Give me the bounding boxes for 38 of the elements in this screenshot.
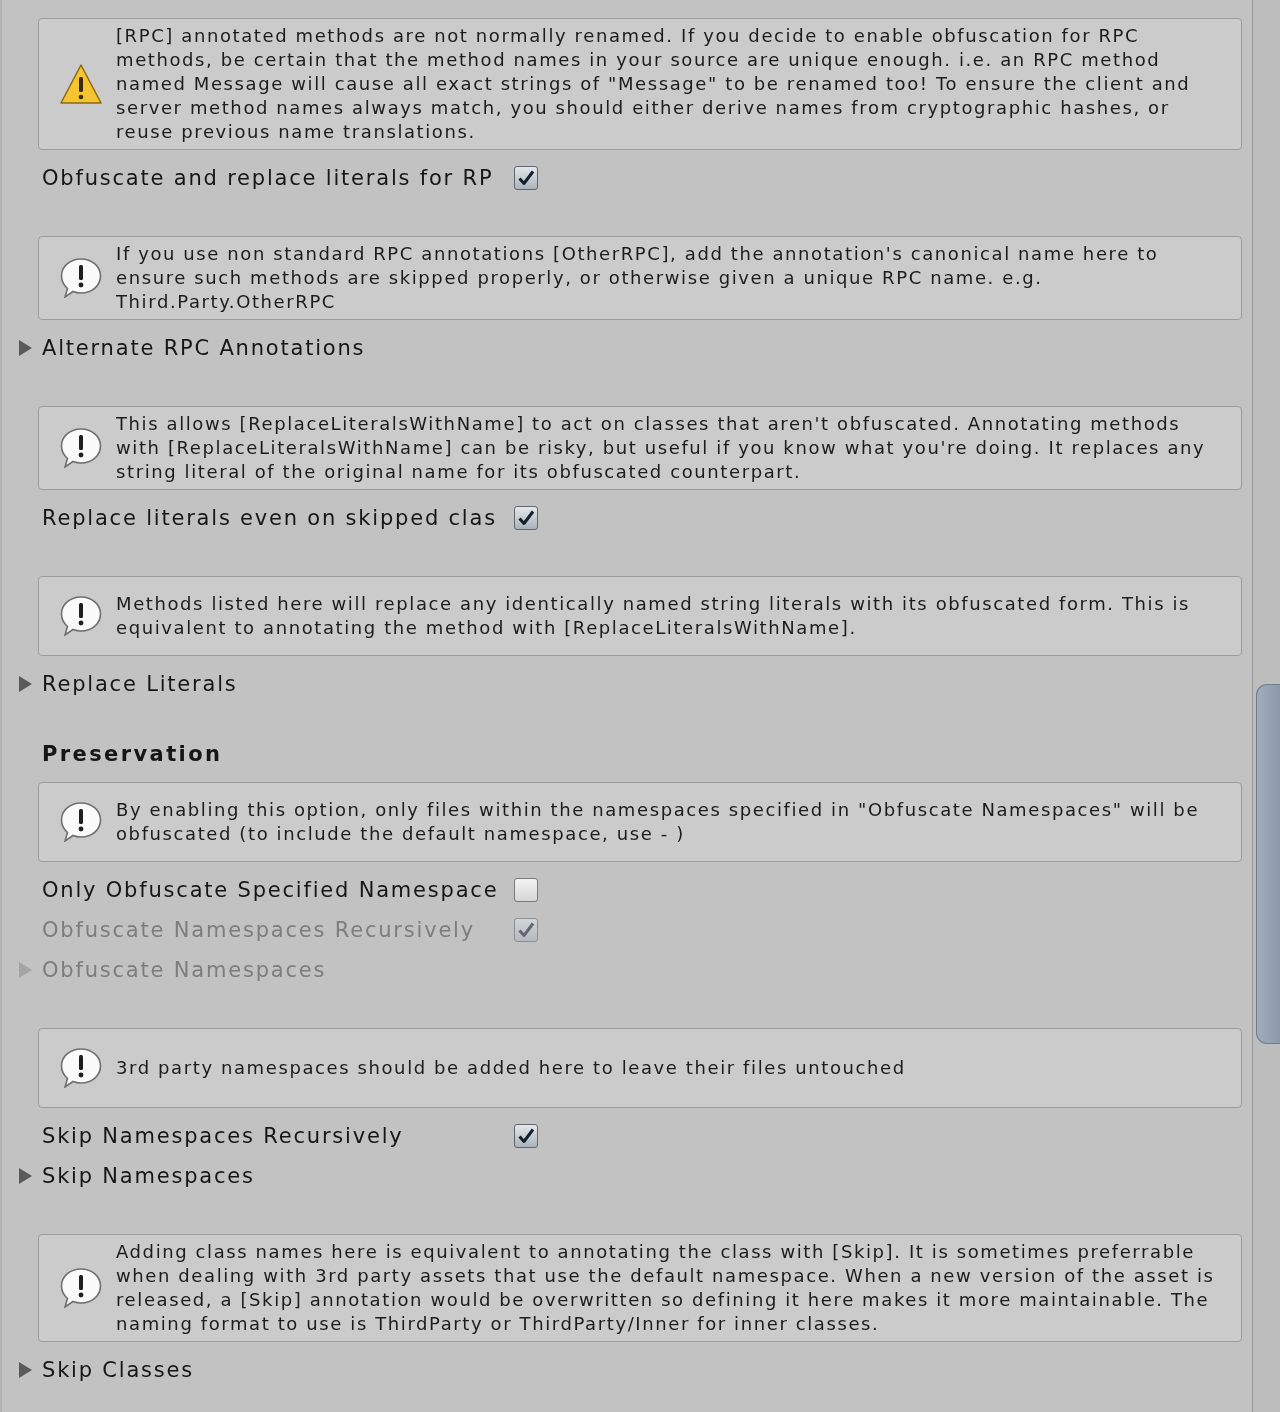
exclamation-bubble-icon — [60, 1048, 102, 1088]
scrollbar-thumb[interactable] — [1256, 684, 1280, 1044]
toggle-label: Obfuscate Namespaces Recursively — [42, 918, 476, 942]
toggle-label: Obfuscate and replace literals for RP — [42, 166, 495, 190]
exclamation-bubble-icon — [60, 1268, 102, 1308]
help-text: Adding class names here is equivalent to annotating the class with [Skip]. It is sometimes preferrable when dealing with 3rd party assets that use the default namespace. When a new version of the asset is released, a [Skip] annotation would be overwritten so defining it here makes it more maintainable. The naming format to use is ThirdParty or ThirdParty/Inner for inner classes. — [116, 1240, 1216, 1336]
foldout[interactable]: Alternate RPC Annotations — [18, 328, 366, 368]
toggle-label: Only Obfuscate Specified Namespace — [42, 878, 500, 902]
caret-icon — [18, 340, 32, 356]
caret-icon — [18, 1362, 32, 1378]
section-heading: Preservation — [42, 741, 223, 768]
checkbox[interactable] — [514, 1124, 538, 1148]
help-text: 3rd party namespaces should be added here to leave their files untouched — [116, 1056, 906, 1080]
help-text: [RPC] annotated methods are not normally renamed. If you decide to enable obfuscation for RPC methods, be certain that the method names in your source are unique enough. i.e. an RPC method named Message will cause all exact strings of "Message" to be renamed too! To ensure the client and server method names always match, you should either derive names from cryptographic hashes, or reuse previous name translations. — [116, 24, 1192, 144]
foldout[interactable]: Replace Literals — [18, 664, 238, 704]
checkbox[interactable] — [514, 166, 538, 190]
checkbox[interactable] — [514, 878, 538, 902]
foldout[interactable]: Skip Classes — [18, 1350, 195, 1390]
checkmark-icon — [517, 1127, 535, 1145]
exclamation-bubble-icon — [60, 428, 102, 468]
caret-icon — [18, 962, 32, 978]
help-text: By enabling this option, only files within the namespaces specified in "Obfuscate Namespaces" will be obfuscated (to include the default namespace, use - ) — [116, 798, 1201, 846]
warning-icon — [60, 64, 102, 104]
exclamation-bubble-icon — [60, 596, 102, 636]
help-text: If you use non standard RPC annotations [OtherRPC], add the annotation's canonical name here to ensure such methods are skipped properly, or otherwise given a unique RPC name. e.g. Third.Party.OtherRPC — [116, 242, 1160, 314]
caret-icon — [18, 1168, 32, 1184]
exclamation-bubble-icon — [60, 802, 102, 842]
checkbox[interactable] — [514, 506, 538, 530]
checkmark-icon — [517, 169, 535, 187]
toggle-label: Replace literals even on skipped clas — [42, 506, 498, 530]
caret-icon — [18, 676, 32, 692]
foldout[interactable]: Skip Namespaces — [18, 1156, 255, 1196]
exclamation-bubble-icon — [60, 258, 102, 298]
checkmark-icon — [517, 921, 535, 939]
checkmark-icon — [517, 509, 535, 527]
help-text: Methods listed here will replace any identically named string literals with its obfuscated form. This is equivalent to annotating the method with [ReplaceLiteralsWithName]. — [116, 592, 1192, 640]
help-text: This allows [ReplaceLiteralsWithName] to act on classes that aren't obfuscated. Annotating methods with [ReplaceLiteralsWithName] can be risky, but useful if you know what you're doing. It replaces any string literal of the original name for its obfuscated counterpart. — [116, 412, 1207, 484]
toggle-label: Skip Namespaces Recursively — [42, 1124, 405, 1148]
